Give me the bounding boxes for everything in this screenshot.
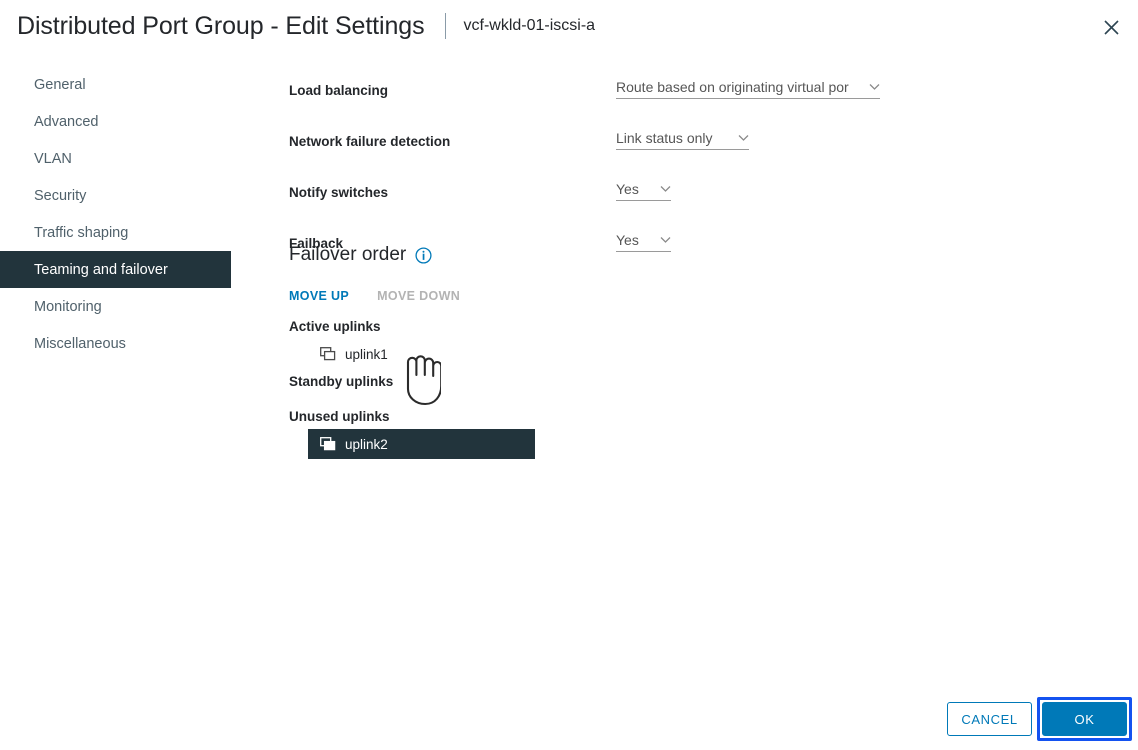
sidebar-item-label: General bbox=[34, 76, 86, 93]
field-label-notify-switches: Notify switches bbox=[289, 185, 389, 200]
ok-button[interactable]: OK bbox=[1042, 702, 1127, 736]
page-title: Distributed Port Group - Edit Settings bbox=[17, 11, 425, 40]
settings-sidebar: General Advanced VLAN Security Traffic shapi… bbox=[0, 66, 231, 362]
sidebar-item-label: Monitoring bbox=[34, 298, 102, 315]
sidebar-item-general[interactable]: General bbox=[0, 66, 231, 103]
field-row-load-balancing: Load balancing Route based on originating… bbox=[289, 66, 1089, 117]
network-adapter-icon bbox=[320, 347, 336, 361]
empty-group-spacer bbox=[289, 394, 789, 404]
dialog-footer: CANCEL OK bbox=[0, 688, 1138, 750]
select-load-balancing[interactable]: Route based on originating virtual por bbox=[616, 79, 880, 99]
group-label-unused-uplinks: Unused uplinks bbox=[289, 409, 390, 424]
title-divider bbox=[444, 13, 446, 39]
failover-order-title: Failover order bbox=[289, 244, 407, 265]
sidebar-item-miscellaneous[interactable]: Miscellaneous bbox=[0, 325, 231, 362]
sidebar-item-traffic-shaping[interactable]: Traffic shaping bbox=[0, 214, 231, 251]
list-item[interactable]: uplink1 bbox=[289, 339, 789, 369]
port-group-name: vcf-wkld-01-iscsi-a bbox=[463, 17, 596, 34]
uplink-name: uplink1 bbox=[345, 346, 388, 362]
chevron-down-icon bbox=[869, 83, 880, 91]
select-value-notify-switches: Yes bbox=[616, 181, 639, 197]
sidebar-item-advanced[interactable]: Advanced bbox=[0, 103, 231, 140]
select-value-load-balancing: Route based on originating virtual por bbox=[616, 79, 849, 95]
cancel-button[interactable]: CANCEL bbox=[947, 702, 1032, 736]
field-label-network-failure-detection: Network failure detection bbox=[289, 134, 451, 149]
sidebar-item-vlan[interactable]: VLAN bbox=[0, 140, 231, 177]
network-adapter-icon bbox=[320, 437, 336, 451]
field-row-network-failure-detection: Network failure detection Link status onl… bbox=[289, 117, 1089, 168]
close-icon bbox=[1103, 19, 1120, 36]
sidebar-item-label: Teaming and failover bbox=[34, 261, 168, 278]
sidebar-item-label: Security bbox=[34, 187, 87, 204]
close-button[interactable] bbox=[1097, 13, 1125, 41]
move-down-button: MOVE DOWN bbox=[377, 289, 461, 303]
move-controls: MOVE UP MOVE DOWN bbox=[289, 287, 789, 305]
uplink-name: uplink2 bbox=[345, 436, 388, 452]
failover-order-section: Failover order MOVE UP MOVE DOWN Active … bbox=[289, 244, 789, 459]
sidebar-item-label: Advanced bbox=[34, 113, 99, 130]
move-up-button[interactable]: MOVE UP bbox=[289, 289, 349, 303]
select-network-failure-detection[interactable]: Link status only bbox=[616, 130, 749, 150]
sidebar-item-security[interactable]: Security bbox=[0, 177, 231, 214]
sidebar-item-label: Traffic shaping bbox=[34, 224, 129, 241]
chevron-down-icon bbox=[738, 134, 749, 142]
chevron-down-icon bbox=[660, 185, 671, 193]
uplink-groups: Active uplinks uplink1 Standby uplinks Unus… bbox=[289, 314, 789, 459]
sidebar-item-monitoring[interactable]: Monitoring bbox=[0, 288, 231, 325]
list-item[interactable]: uplink2 bbox=[308, 429, 535, 459]
select-notify-switches[interactable]: Yes bbox=[616, 181, 671, 201]
chevron-down-icon bbox=[660, 236, 671, 244]
sidebar-item-label: Miscellaneous bbox=[34, 335, 126, 352]
sidebar-item-teaming-and-failover[interactable]: Teaming and failover bbox=[0, 251, 231, 288]
field-row-notify-switches: Notify switches Yes bbox=[289, 168, 1089, 219]
failover-order-header: Failover order bbox=[289, 244, 789, 266]
group-label-active-uplinks: Active uplinks bbox=[289, 319, 381, 334]
select-value-network-failure-detection: Link status only bbox=[616, 130, 713, 146]
teaming-failover-form: Load balancing Route based on originating… bbox=[289, 66, 1089, 270]
field-label-load-balancing: Load balancing bbox=[289, 83, 389, 98]
group-label-standby-uplinks: Standby uplinks bbox=[289, 374, 394, 389]
sidebar-item-label: VLAN bbox=[34, 150, 72, 167]
info-icon[interactable] bbox=[415, 246, 432, 264]
dialog-header: Distributed Port Group - Edit Settings v… bbox=[0, 0, 1138, 52]
